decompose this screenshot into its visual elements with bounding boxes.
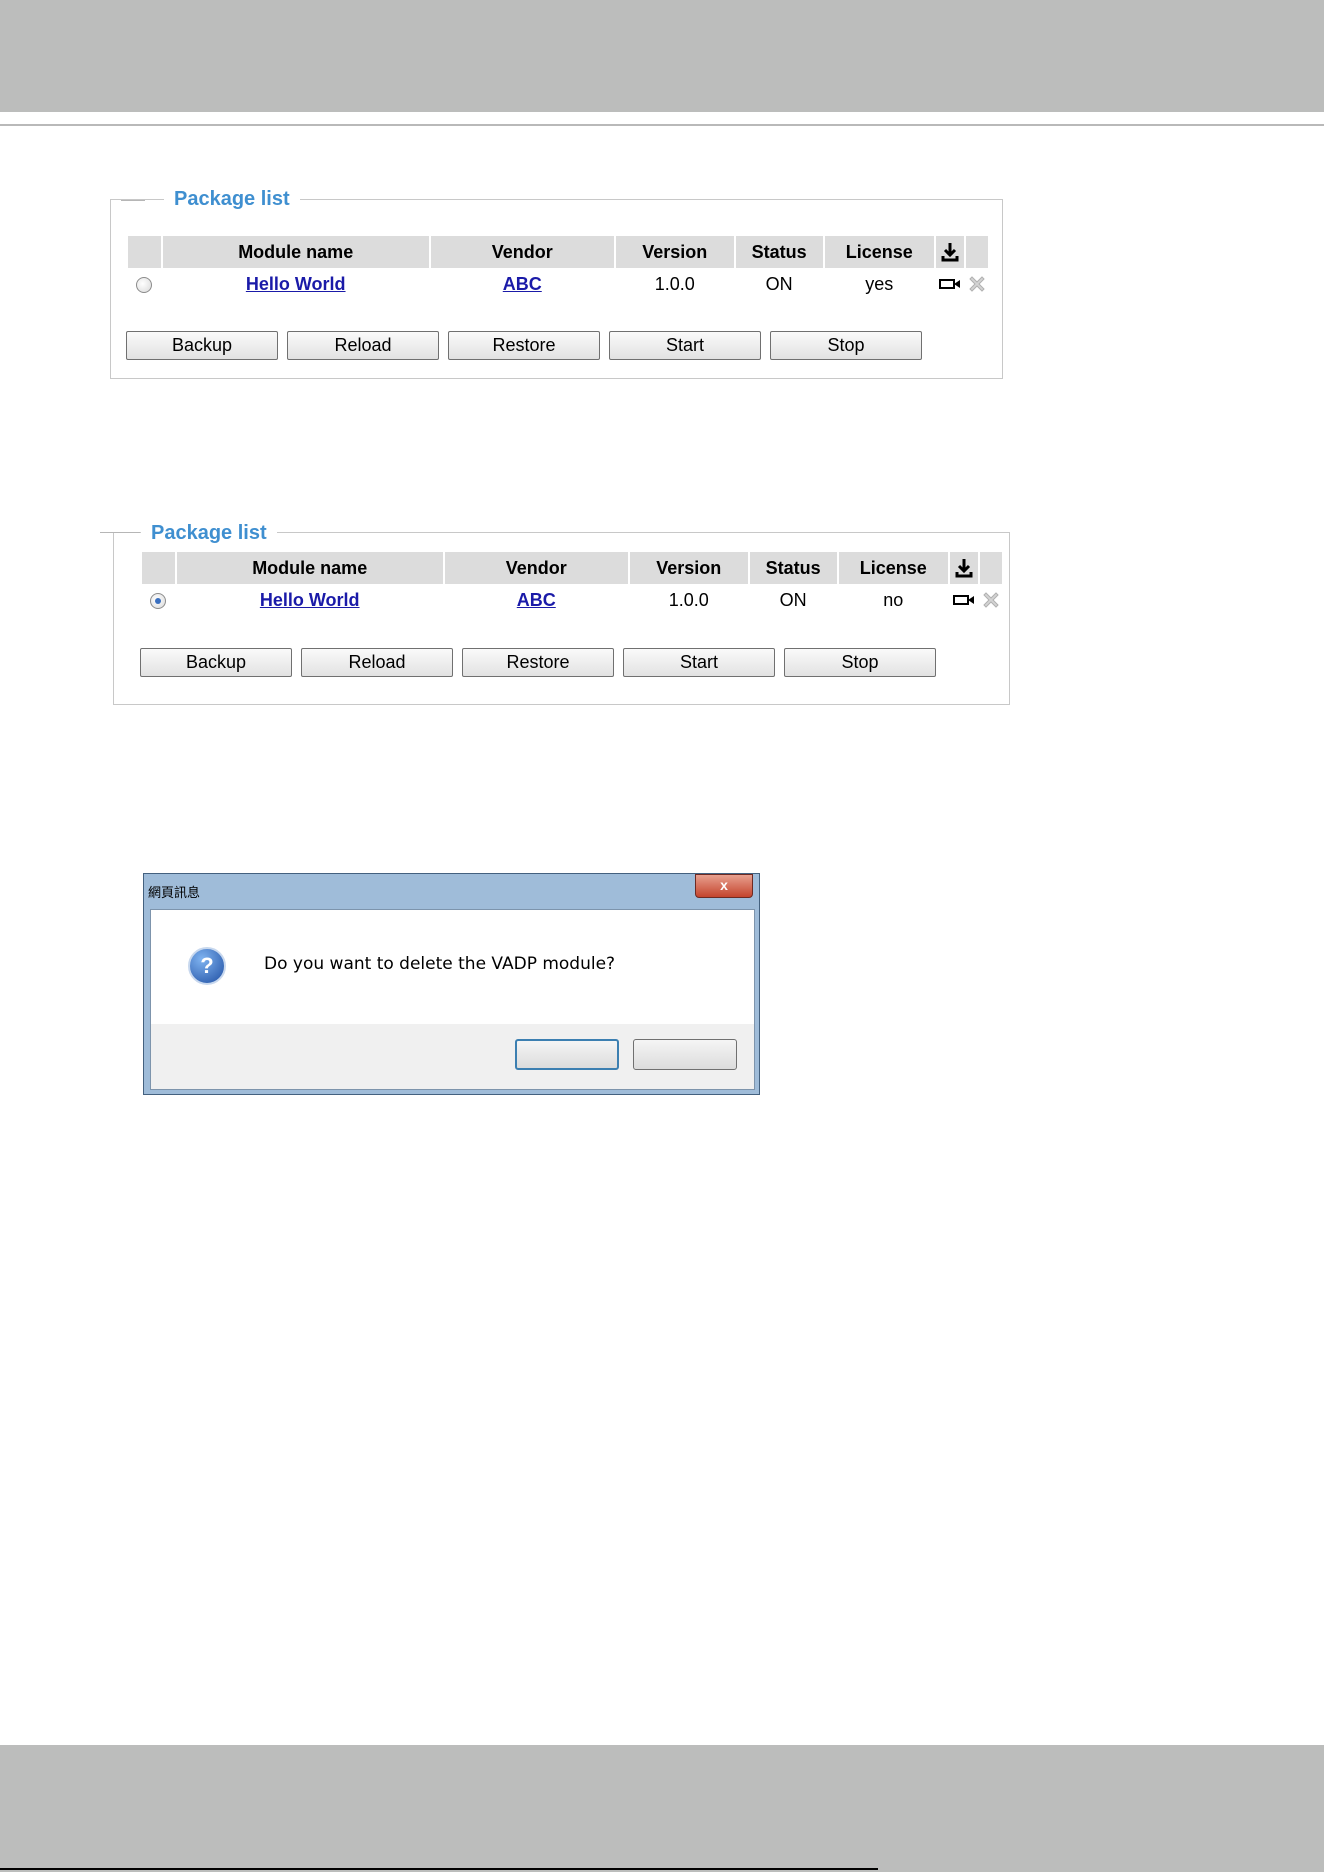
cell-delete	[966, 268, 988, 300]
row-select	[142, 584, 175, 616]
module-name-link[interactable]: Hello World	[246, 274, 346, 294]
ok-button[interactable]	[515, 1039, 619, 1070]
dialog-footer	[151, 1024, 754, 1089]
cell-license: yes	[865, 273, 894, 294]
header-download	[935, 236, 965, 268]
cell-status: ON	[779, 589, 807, 610]
backup-button[interactable]: Backup	[140, 648, 292, 677]
button-row-1: Backup Reload Restore Start Stop	[126, 331, 922, 360]
header-license: License	[824, 236, 934, 268]
button-row-2: Backup Reload Restore Start Stop	[140, 648, 936, 677]
close-button[interactable]: x	[695, 874, 753, 898]
footer-rule	[0, 1868, 878, 1870]
backup-button[interactable]: Backup	[126, 331, 278, 360]
row-select	[128, 268, 161, 300]
title-dash	[100, 532, 140, 533]
download-icon[interactable]	[950, 558, 978, 578]
panel-title: Package list	[141, 520, 277, 546]
header-vendor: Vendor	[444, 552, 628, 584]
header-status: Status	[749, 552, 837, 584]
table-row: Hello World ABC 1.0.0 ON no	[142, 584, 1002, 616]
vendor-link[interactable]: ABC	[517, 590, 556, 610]
header-version: Version	[615, 236, 734, 268]
header-select	[142, 552, 175, 584]
header-download	[949, 552, 979, 584]
select-radio[interactable]	[136, 276, 153, 293]
header-blank	[966, 236, 988, 268]
header-version: Version	[629, 552, 748, 584]
cell-module-name: Hello World	[163, 268, 429, 300]
table-header: Module name Vendor Version Status Licens…	[128, 236, 988, 268]
confirm-dialog: 網頁訊息 x ? Do you want to delete the VADP …	[143, 873, 760, 1095]
camera-icon[interactable]	[936, 278, 964, 290]
table-row: Hello World ABC 1.0.0 ON yes	[128, 268, 988, 300]
cell-status: ON	[765, 273, 793, 294]
cancel-button[interactable]	[633, 1039, 737, 1070]
page-header-band	[0, 0, 1324, 112]
question-icon: ?	[188, 947, 226, 985]
cell-camera	[936, 268, 964, 300]
header-status: Status	[735, 236, 823, 268]
cell-vendor: ABC	[445, 584, 628, 616]
panel-title: Package list	[164, 186, 300, 212]
header-vendor: Vendor	[430, 236, 614, 268]
restore-button[interactable]: Restore	[462, 648, 614, 677]
cell-delete	[980, 584, 1002, 616]
cell-license: no	[883, 589, 904, 610]
cell-camera	[950, 584, 978, 616]
header-module-name: Module name	[162, 236, 429, 268]
vendor-link[interactable]: ABC	[503, 274, 542, 294]
delete-icon[interactable]	[980, 590, 1002, 610]
dialog-message: Do you want to delete the VADP module?	[264, 954, 616, 974]
restore-button[interactable]: Restore	[448, 331, 600, 360]
module-name-link[interactable]: Hello World	[260, 590, 360, 610]
page-footer-band	[0, 1745, 1324, 1872]
header-license: License	[838, 552, 948, 584]
title-dash	[121, 200, 145, 201]
download-icon[interactable]	[936, 242, 964, 262]
camera-icon[interactable]	[950, 594, 978, 606]
header-module-name: Module name	[176, 552, 443, 584]
reload-button[interactable]: Reload	[301, 648, 453, 677]
header-blank	[980, 552, 1002, 584]
start-button[interactable]: Start	[623, 648, 775, 677]
package-table-2: Module name Vendor Version Status Licens…	[140, 552, 1004, 616]
start-button[interactable]: Start	[609, 331, 761, 360]
cell-module-name: Hello World	[177, 584, 443, 616]
cell-version: 1.0.0	[654, 273, 695, 294]
header-select	[128, 236, 161, 268]
select-radio[interactable]	[150, 592, 167, 609]
table-header: Module name Vendor Version Status Licens…	[142, 552, 1002, 584]
stop-button[interactable]: Stop	[770, 331, 922, 360]
cell-vendor: ABC	[431, 268, 614, 300]
delete-icon[interactable]	[966, 274, 988, 294]
reload-button[interactable]: Reload	[287, 331, 439, 360]
header-rule	[0, 124, 1324, 126]
cell-version: 1.0.0	[668, 589, 709, 610]
package-table-1: Module name Vendor Version Status Licens…	[126, 236, 990, 300]
stop-button[interactable]: Stop	[784, 648, 936, 677]
dialog-body: ? Do you want to delete the VADP module?	[150, 909, 755, 1090]
dialog-title: 網頁訊息	[148, 885, 201, 900]
